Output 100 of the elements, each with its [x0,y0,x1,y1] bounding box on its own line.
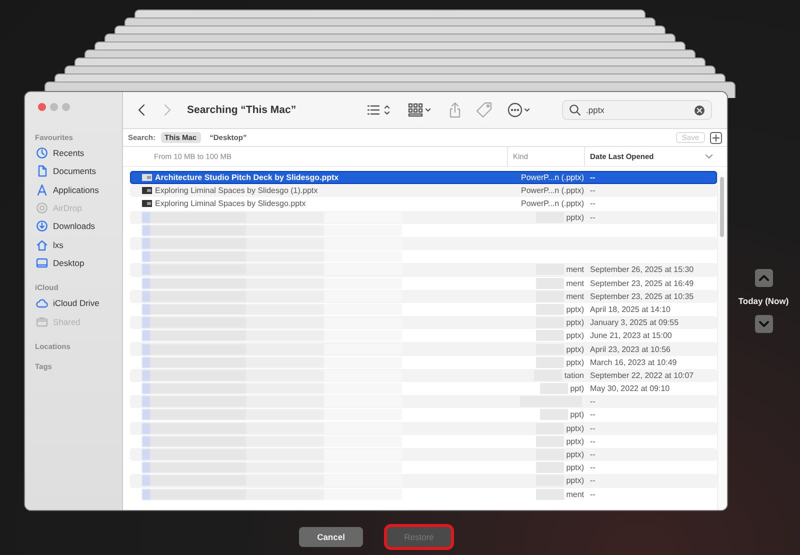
file-kind: tation [564,370,584,380]
file-kind: pptx) [566,450,584,460]
file-row[interactable]: pptx) April 18, 2025 at 14:10 [130,302,717,316]
download-icon [36,220,48,232]
file-row[interactable]: pptx) June 21, 2023 at 15:00 [130,329,717,342]
file-kind: ppt) [570,384,584,394]
file-row[interactable]: pptx) -- [130,461,717,474]
file-kind: pptx) [566,358,584,367]
date-opened: -- [590,397,596,406]
date-opened: March 16, 2023 at 10:49 [590,358,677,367]
file-row[interactable]: ment September 23, 2025 at 16:49 [130,276,717,290]
close-button[interactable] [38,103,46,111]
sidebar-item[interactable]: iCloud Drive [25,294,122,312]
date-opened: September 22, 2022 at 10:07 [590,370,694,380]
file-kind: ment [566,265,584,274]
sidebar-item[interactable]: Recents [25,144,122,162]
chevron-down-icon[interactable] [705,154,713,160]
file-row[interactable]: pptx) -- [130,434,717,448]
file-kind: ment [566,292,584,301]
file-row[interactable]: tation September 22, 2022 at 10:07 [130,368,717,382]
add-icon[interactable] [710,132,722,144]
file-kind: pptx) [566,318,584,328]
file-name: Exploring Liminal Spaces by Slidesgo.pptx [155,199,306,208]
clear-icon[interactable] [694,104,705,116]
file-row[interactable]: pptx) January 3, 2025 at 09:55 [130,316,717,330]
more-icon[interactable] [507,102,531,118]
clock-icon [36,147,48,160]
file-row[interactable]: Architecture Studio Pitch Deck by Slidesgo.pptx PowerP...n (.pptx) -- [130,171,717,184]
share-icon[interactable] [449,102,461,118]
file-kind: ppt) [570,410,584,420]
file-row[interactable]: pptx) -- [130,448,717,462]
file-kind: pptx) [566,331,584,340]
file-kind: pptx) [566,212,584,222]
tag-icon[interactable] [476,102,492,118]
date-opened: -- [590,186,596,196]
file-kind: pptx) [566,476,584,486]
date-opened: -- [590,212,596,222]
file-kind: ment [566,490,584,499]
date-opened: -- [590,410,596,420]
date-opened: -- [590,199,596,208]
sidebar-item[interactable]: Downloads [25,217,122,236]
shared-folder-icon [36,316,48,328]
file-row[interactable]: pptx) -- [130,474,717,488]
date-opened: May 30, 2022 at 09:10 [590,384,670,394]
date-opened: -- [590,424,596,433]
file-row[interactable]: Exploring Liminal Spaces by Slidesgo.pptx PowerP...n (.pptx) -- [130,197,717,211]
action-button[interactable]: Cancel [299,527,363,547]
cloud-icon [36,297,48,310]
file-row[interactable]: ment September 26, 2025 at 15:30 [130,263,717,276]
file-kind: pptx) [566,424,584,433]
slide-file-icon [142,187,152,194]
sidebar-item[interactable]: lxs [25,235,122,254]
window-title: Searching “This Mac” [187,104,298,116]
file-row[interactable]: pptx) April 23, 2023 at 10:56 [130,342,717,356]
file-row[interactable]: pptx) March 16, 2023 at 10:49 [130,356,717,369]
file-row[interactable]: pptx) -- [130,422,717,435]
file-name: Architecture Studio Pitch Deck by Slidesgo.pptx [155,173,339,182]
date-opened: June 21, 2023 at 15:00 [590,331,672,340]
file-kind: PowerP...n (.pptx) [521,186,584,196]
airdrop-icon [36,202,48,214]
search-icon [569,104,581,116]
date-opened: April 18, 2025 at 14:10 [590,304,671,314]
date-opened: -- [590,450,596,460]
file-kind: pptx) [566,304,584,314]
file-row[interactable]: -- [130,395,717,408]
desktop-icon [36,256,48,269]
zoom-button[interactable] [62,103,70,111]
file-kind: pptx) [566,463,584,472]
date-opened: -- [590,173,596,182]
date-opened: September 26, 2025 at 15:30 [590,265,694,274]
slide-file-icon [142,200,152,208]
file-kind: pptx) [566,436,584,446]
file-row[interactable]: pptx) -- [130,210,717,224]
file-row[interactable]: ppt) May 30, 2022 at 09:10 [130,382,717,396]
timeline-date: Today (Now) [738,296,789,306]
date-opened: September 23, 2025 at 10:35 [590,292,694,301]
search-field[interactable]: .pptx [562,100,712,120]
scrollbar[interactable] [717,171,727,510]
minimize-button[interactable] [50,103,58,111]
sidebar-item[interactable]: Documents [25,162,122,181]
file-kind: PowerP...n (.pptx) [521,199,584,208]
file-row[interactable]: ment -- [130,488,717,501]
back-icon[interactable] [137,103,147,117]
file-kind: ment [566,278,584,288]
file-row[interactable]: Exploring Liminal Spaces by Slidesgo (1).pptx PowerP...n (.pptx) -- [130,184,717,198]
sidebar-item[interactable]: Desktop [25,254,122,272]
file-kind: pptx) [566,344,584,354]
house-icon [36,238,48,251]
file-row[interactable]: ment September 23, 2025 at 10:35 [130,290,717,303]
date-opened: -- [590,476,596,486]
slide-file-icon [142,174,152,182]
date-opened: September 23, 2025 at 16:49 [590,278,694,288]
sidebar-item[interactable]: Applications [25,180,122,199]
date-opened: -- [590,463,596,472]
file-name: Exploring Liminal Spaces by Slidesgo (1).pptx [155,186,318,196]
file-row[interactable]: ppt) -- [130,408,717,422]
date-opened: -- [590,436,596,446]
date-opened: -- [590,490,596,499]
date-opened: January 3, 2025 at 09:55 [590,318,679,328]
date-opened: April 23, 2023 at 10:56 [590,344,671,354]
